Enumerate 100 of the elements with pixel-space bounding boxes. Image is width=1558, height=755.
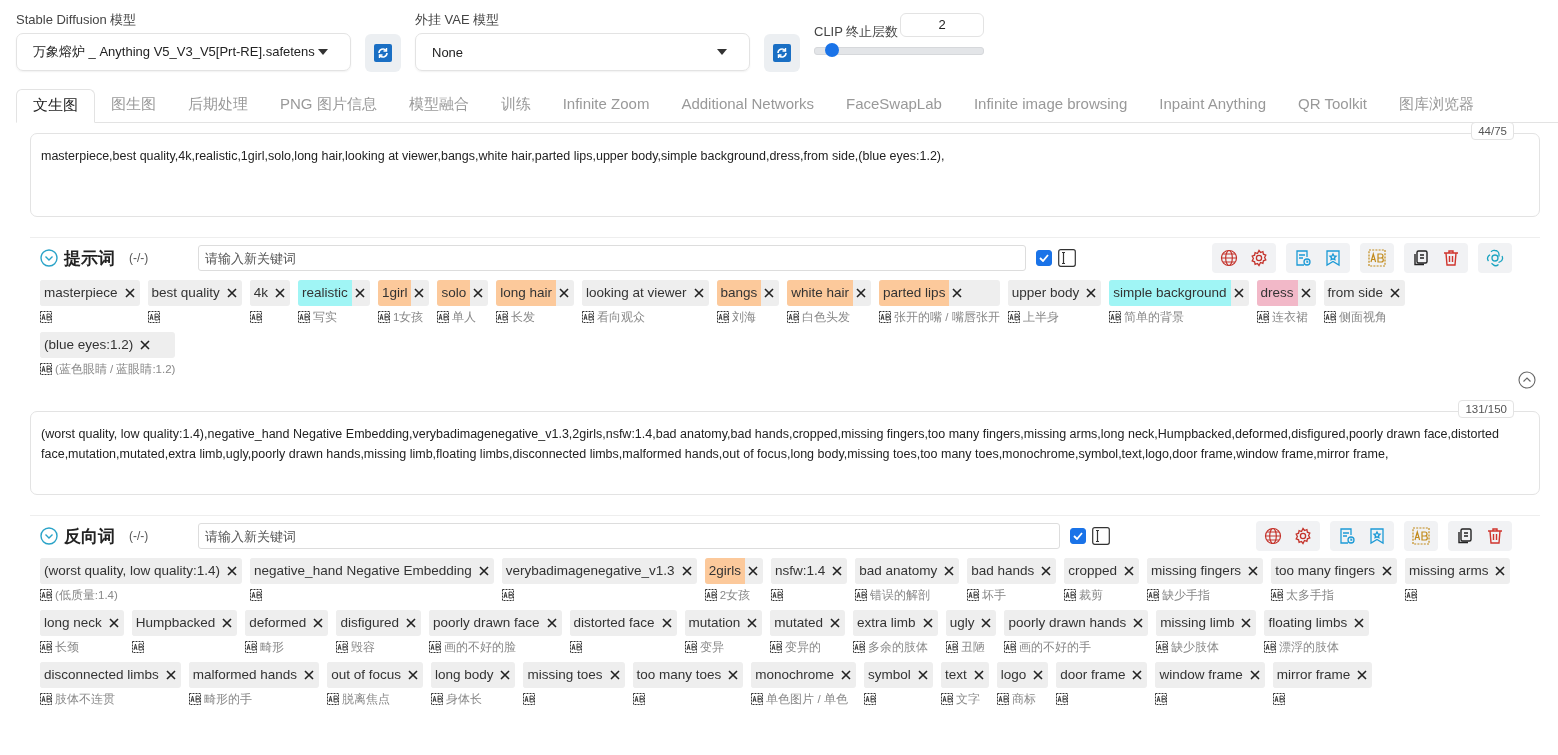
checkbox[interactable] (1036, 250, 1053, 266)
translate-icon[interactable] (336, 641, 349, 653)
translate-icon[interactable] (684, 641, 697, 653)
translate-icon[interactable] (967, 589, 980, 601)
translate-icon[interactable] (327, 693, 340, 705)
translate-icon[interactable] (1156, 641, 1169, 653)
translate-icon[interactable] (40, 589, 52, 601)
close-icon[interactable] (354, 288, 365, 298)
close-icon[interactable] (108, 618, 119, 628)
keyword-input[interactable]: 请输入新关键词 (198, 245, 1027, 271)
translate-icon[interactable] (581, 311, 594, 323)
vae-dropdown[interactable]: None (415, 33, 750, 71)
bookmark-icon[interactable] (1324, 249, 1342, 267)
delete-icon[interactable] (1442, 249, 1460, 267)
close-icon[interactable] (747, 566, 758, 576)
checkbox[interactable] (1070, 528, 1087, 544)
close-icon[interactable] (856, 288, 867, 298)
translate-icon[interactable] (437, 311, 450, 323)
translate-icon[interactable] (751, 693, 764, 705)
tag-label[interactable]: long hair (496, 280, 556, 306)
close-icon[interactable] (1132, 670, 1143, 680)
swirl-icon[interactable] (1486, 249, 1504, 267)
translate-icon[interactable] (1147, 589, 1160, 601)
close-icon[interactable] (1033, 670, 1044, 680)
close-icon[interactable] (478, 566, 489, 576)
translate-icon[interactable] (428, 641, 441, 653)
translate-icon[interactable] (704, 589, 717, 601)
globe-icon[interactable] (1220, 249, 1238, 267)
close-icon[interactable] (405, 618, 416, 628)
translate-icon[interactable] (188, 693, 201, 705)
number-field[interactable]: 2 (900, 13, 984, 37)
close-icon[interactable] (764, 288, 775, 298)
document-clock-icon[interactable] (1294, 249, 1312, 267)
close-icon[interactable] (1390, 288, 1401, 298)
translate-icon[interactable] (569, 641, 582, 653)
translate-icon[interactable] (1256, 311, 1269, 323)
close-icon[interactable] (1249, 670, 1260, 680)
translate-icon[interactable] (40, 693, 52, 705)
close-icon[interactable] (981, 618, 992, 628)
close-icon[interactable] (681, 566, 692, 576)
close-icon[interactable] (140, 340, 151, 350)
translate-icon[interactable] (245, 641, 258, 653)
close-icon[interactable] (165, 670, 176, 680)
tag-label[interactable]: realistic (298, 280, 352, 306)
refresh-button[interactable] (764, 34, 800, 72)
close-icon[interactable] (917, 670, 928, 680)
translate-icon[interactable] (940, 693, 953, 705)
settings-icon[interactable] (1294, 527, 1312, 545)
translate-icon[interactable] (250, 589, 263, 601)
translate-icon[interactable] (945, 641, 958, 653)
tag-label[interactable]: bangs (716, 280, 762, 306)
refresh-button[interactable] (365, 34, 401, 72)
translate-icon[interactable] (632, 693, 645, 705)
translate-icon[interactable] (853, 641, 866, 653)
translate-icon[interactable] (40, 311, 52, 323)
translate-icon[interactable] (716, 311, 729, 323)
close-icon[interactable] (841, 670, 852, 680)
close-icon[interactable] (944, 566, 955, 576)
close-icon[interactable] (830, 618, 841, 628)
tab[interactable]: 文生图 (16, 89, 95, 123)
translate-icon[interactable] (40, 641, 52, 653)
translate-icon[interactable] (377, 311, 390, 323)
translate-icon[interactable] (879, 311, 892, 323)
collapse-icon[interactable] (40, 249, 58, 267)
close-icon[interactable] (407, 670, 418, 680)
close-icon[interactable] (661, 618, 672, 628)
close-icon[interactable] (952, 288, 963, 298)
close-icon[interactable] (222, 618, 233, 628)
translate-icon[interactable] (1155, 693, 1168, 705)
collapse-icon[interactable] (40, 527, 58, 545)
close-icon[interactable] (609, 670, 620, 680)
translate-icon[interactable] (501, 589, 514, 601)
close-icon[interactable] (1124, 566, 1135, 576)
close-icon[interactable] (693, 288, 704, 298)
translate-icon[interactable] (523, 693, 536, 705)
close-icon[interactable] (1357, 670, 1368, 680)
text-cursor-icon[interactable] (1092, 527, 1111, 545)
keyword-input[interactable]: 请输入新关键词 (198, 523, 1061, 549)
copy-icon[interactable] (1412, 249, 1430, 267)
close-icon[interactable] (747, 618, 758, 628)
close-icon[interactable] (1241, 618, 1252, 628)
globe-icon[interactable] (1264, 527, 1282, 545)
translate-icon[interactable] (1064, 589, 1077, 601)
translate-icon[interactable] (1404, 589, 1417, 601)
close-icon[interactable] (922, 618, 933, 628)
translate-icon[interactable] (147, 311, 160, 323)
close-icon[interactable] (1086, 288, 1097, 298)
close-icon[interactable] (473, 288, 484, 298)
translate-icon[interactable] (864, 693, 877, 705)
translate-icon[interactable] (1109, 311, 1122, 323)
close-icon[interactable] (558, 288, 569, 298)
slider-thumb[interactable] (824, 43, 839, 57)
bookmark-icon[interactable] (1368, 527, 1386, 545)
close-icon[interactable] (1300, 288, 1311, 298)
close-icon[interactable] (728, 670, 739, 680)
settings-icon[interactable] (1250, 249, 1268, 267)
close-icon[interactable] (1133, 618, 1144, 628)
close-icon[interactable] (313, 618, 324, 628)
close-icon[interactable] (1248, 566, 1259, 576)
tag-label[interactable]: solo (437, 280, 471, 306)
